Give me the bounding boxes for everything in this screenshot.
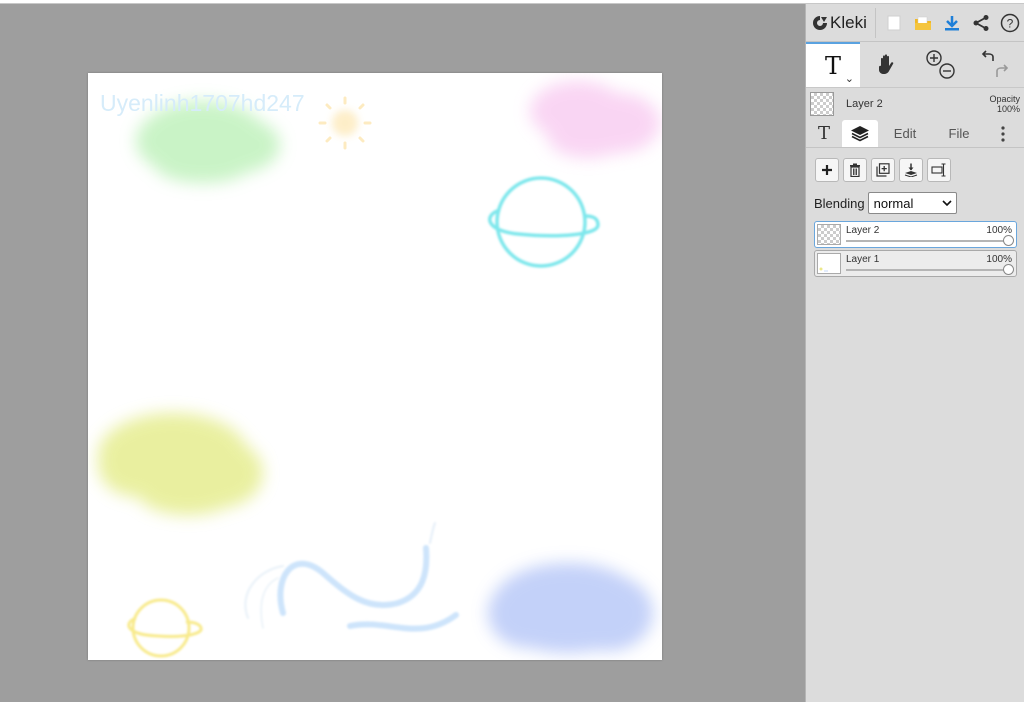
zoom-tool-button[interactable] [914,42,968,87]
canvas-artwork: Uyenlinh1707hd247 [98,81,660,658]
sun [318,96,372,150]
undo-redo-icon [981,49,1009,77]
cyan-planet [488,176,600,268]
blue-cloud [488,563,653,653]
help-icon: ? [1000,13,1019,32]
current-layer-info: Layer 2 Opacity 100% [806,87,1024,120]
layer-thumbnail [817,224,841,245]
layer-toolbar [806,148,1024,189]
layer-name: Layer 2 [846,225,880,236]
text-tool-icon: T [824,51,841,80]
open-file-button[interactable] [913,10,934,36]
workspace[interactable]: Uyenlinh1707hd247 [0,4,805,702]
app-logo[interactable]: Kleki [812,7,876,38]
rename-icon [931,163,946,177]
layers-icon [851,125,869,141]
slider-handle[interactable] [1003,235,1014,246]
hand-tool-button[interactable] [860,42,914,87]
duplicate-layer-button[interactable] [871,158,895,182]
yellow-planet [127,598,203,658]
delete-layer-button[interactable] [843,158,867,182]
plus-icon [822,165,832,175]
merge-down-icon [904,163,918,177]
blending-mode-select[interactable]: normal [867,192,957,214]
zoom-in-out-icon [926,49,955,79]
opacity-value: 100% [996,104,1020,114]
rename-layer-button[interactable] [927,158,951,182]
text-tool-button[interactable]: T ⌄ [806,42,860,87]
tab-file[interactable]: File [932,120,986,147]
more-vertical-icon [1001,125,1005,142]
slider-handle[interactable] [1003,264,1014,275]
current-layer-thumbnail [810,92,834,116]
help-button[interactable]: ? [999,10,1020,36]
more-menu-button[interactable] [986,120,1020,147]
layer-1-preview [819,267,828,272]
pink-cloud [530,81,660,158]
layer-opacity-slider[interactable] [846,235,1014,246]
new-image-button[interactable] [884,10,905,36]
new-image-icon [887,15,901,30]
yellow-cloud [98,413,263,515]
layer-item-layer-1[interactable]: Layer 1 100% [814,250,1017,277]
share-icon [973,14,989,31]
side-panel: Kleki ? T ⌄ Layer 2 Opacity 100% T Edit … [805,4,1024,702]
tool-row: T ⌄ [806,41,1024,87]
duplicate-icon [876,163,890,177]
tab-text-settings[interactable]: T [806,120,842,147]
chevron-down-icon [942,200,952,206]
opacity-label: Opacity [989,94,1020,104]
layer-list: Layer 2 100% Layer 1 100% [806,215,1024,277]
trash-icon [850,163,860,177]
open-folder-icon [915,16,932,30]
blending-mode-value: normal [873,195,914,211]
add-layer-button[interactable] [815,158,839,182]
current-layer-opacity: Opacity 100% [989,94,1020,114]
merge-down-button[interactable] [899,158,923,182]
blue-swirls [244,522,459,632]
chevron-down-icon[interactable]: ⌄ [845,72,854,85]
app-header: Kleki ? [806,4,1024,41]
hand-icon [879,53,894,74]
blending-label: Blending [814,195,865,211]
layer-opacity-slider[interactable] [846,264,1014,275]
panel-tabs: T Edit File [806,120,1024,148]
tab-edit[interactable]: Edit [878,120,932,147]
tab-layers[interactable] [842,120,878,147]
layer-thumbnail [817,253,841,274]
app-title: Kleki [830,12,867,32]
share-button[interactable] [970,10,991,36]
blending-row: Blending normal [806,191,1024,215]
undo-redo-button[interactable] [968,42,1022,87]
drawing-canvas[interactable]: Uyenlinh1707hd247 [88,73,662,660]
download-button[interactable] [942,10,963,36]
download-icon [944,15,959,30]
svg-text:?: ? [1006,16,1013,30]
kleki-logo-icon [813,15,827,30]
layer-name: Layer 1 [846,254,880,265]
current-layer-name: Layer 2 [846,98,883,110]
layer-item-layer-2[interactable]: Layer 2 100% [814,221,1017,248]
signature-text: Uyenlinh1707hd247 [100,90,305,116]
